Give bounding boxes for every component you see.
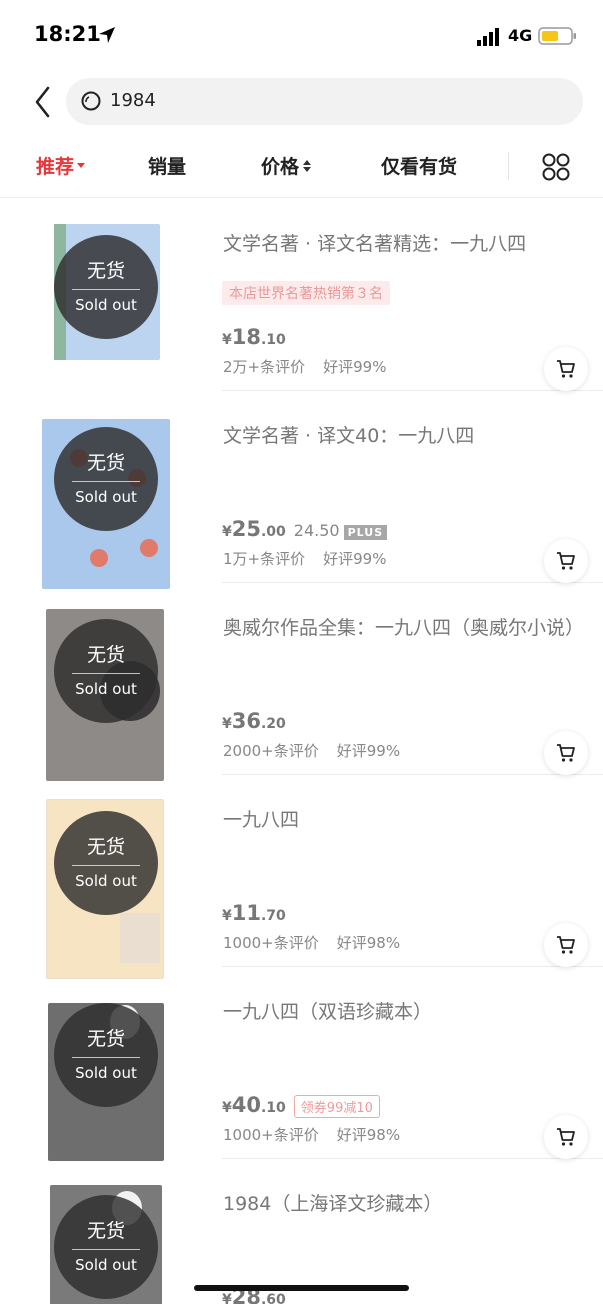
coupon-tag[interactable]: 领券99减10 <box>293 1095 380 1118</box>
tab-in-stock[interactable]: 仅看有货 <box>381 152 457 179</box>
price: ¥40.10 领券99减10 <box>222 1093 380 1119</box>
price: ¥18.10 <box>222 325 286 349</box>
product-info: 文学名著 · 译文40：一九八四 ¥25.00 24.50 PLUS 1万+条评… <box>222 391 603 583</box>
product-info: 一九八四 ¥11.70 1000+条评价 好评98% <box>222 775 603 967</box>
plus-price: 24.50 <box>293 521 340 540</box>
add-to-cart-button[interactable] <box>544 923 588 967</box>
add-to-cart-button[interactable] <box>544 731 588 775</box>
price: ¥11.70 <box>222 901 286 925</box>
location-arrow-icon <box>99 27 115 43</box>
soldout-overlay: 无货 Sold out <box>54 811 158 915</box>
soldout-overlay: 无货 Sold out <box>54 619 158 723</box>
review-summary: 2000+条评价 好评99% <box>223 740 400 761</box>
home-indicator[interactable] <box>194 1285 409 1291</box>
cart-icon <box>557 552 575 570</box>
add-to-cart-button[interactable] <box>544 539 588 583</box>
filter-bar: 推荐 销量 价格 仅看有货 <box>0 140 603 198</box>
product-item[interactable]: 无货 Sold out 一九八四（双语珍藏本） ¥40.10 领券99减10 1… <box>0 967 603 1161</box>
battery-icon <box>538 27 576 45</box>
add-to-cart-button[interactable] <box>544 347 588 391</box>
cart-icon <box>557 1128 575 1146</box>
tab-price[interactable]: 价格 <box>261 152 312 179</box>
product-item[interactable]: 无货 Sold out 一九八四 ¥11.70 1000+条评价 好评98% <box>0 775 603 979</box>
filter-divider <box>508 152 509 180</box>
product-item[interactable]: 无货 Sold out 奥威尔作品全集：一九八四（奥威尔小说） ¥36.20 2… <box>0 583 603 781</box>
review-summary: 1000+条评价 好评98% <box>223 932 400 953</box>
soldout-overlay: 无货 Sold out <box>54 1003 158 1107</box>
rank-badge: 本店世界名著热销第３名 <box>222 281 390 305</box>
review-summary: 1000+条评价 好评98% <box>223 1124 400 1145</box>
product-title[interactable]: 文学名著 · 译文40：一九八四 <box>223 421 583 452</box>
tab-in-stock-label: 仅看有货 <box>381 156 458 178</box>
product-title[interactable]: 一九八四 <box>223 805 583 836</box>
search-input[interactable]: 1984 <box>66 78 583 125</box>
review-count: 1万+条评价 <box>223 550 306 568</box>
review-summary: 1万+条评价 好评99% <box>223 548 386 569</box>
status-bar: 18:21 4G <box>0 0 603 72</box>
grid-view-icon[interactable] <box>541 152 571 182</box>
product-item[interactable]: 无货 Sold out 文学名著 · 译文名著精选：一九八四 本店世界名著热销第… <box>0 199 603 391</box>
tab-recommended[interactable]: 推荐 <box>36 152 86 179</box>
cart-icon <box>557 936 575 954</box>
soldout-overlay: 无货 Sold out <box>54 427 158 531</box>
product-info: 1984（上海译文珍藏本） ¥28.60 <box>222 1159 603 1304</box>
tab-recommended-label: 推荐 <box>36 156 75 178</box>
rating: 好评99% <box>323 358 387 376</box>
rating: 好评98% <box>336 934 401 952</box>
soldout-overlay: 无货 Sold out <box>54 1195 158 1299</box>
product-title[interactable]: 1984（上海译文珍藏本） <box>223 1189 583 1220</box>
back-icon[interactable] <box>32 84 56 120</box>
product-title[interactable]: 文学名著 · 译文名著精选：一九八四 <box>223 229 583 260</box>
search-icon <box>81 91 101 111</box>
cart-icon <box>557 360 575 378</box>
sort-arrows-icon <box>303 159 312 173</box>
review-count: 1000+条评价 <box>223 1126 319 1144</box>
price: ¥36.20 <box>222 709 286 733</box>
add-to-cart-button[interactable] <box>544 1115 588 1159</box>
price: ¥25.00 24.50 PLUS <box>222 517 388 543</box>
product-title[interactable]: 一九八四（双语珍藏本） <box>223 997 583 1028</box>
tab-sales[interactable]: 销量 <box>148 152 186 179</box>
rating: 好评99% <box>323 550 387 568</box>
soldout-overlay: 无货 Sold out <box>54 235 158 339</box>
rating: 好评98% <box>336 1126 401 1144</box>
review-count: 2000+条评价 <box>223 742 319 760</box>
review-count: 2万+条评价 <box>223 358 306 376</box>
rating: 好评99% <box>336 742 401 760</box>
review-count: 1000+条评价 <box>223 934 319 952</box>
status-time: 18:21 <box>34 22 101 46</box>
product-info: 文学名著 · 译文名著精选：一九八四 本店世界名著热销第３名 ¥18.10 2万… <box>222 199 603 391</box>
tab-price-label: 价格 <box>261 156 300 178</box>
network-type: 4G <box>508 26 533 45</box>
signal-bars-icon <box>477 28 499 46</box>
search-query: 1984 <box>110 90 156 111</box>
product-item[interactable]: 无货 Sold out 1984（上海译文珍藏本） ¥28.60 <box>0 1159 603 1304</box>
cart-icon <box>557 744 575 762</box>
product-title[interactable]: 奥威尔作品全集：一九八四（奥威尔小说） <box>223 613 584 644</box>
plus-badge: PLUS <box>343 525 388 540</box>
product-info: 奥威尔作品全集：一九八四（奥威尔小说） ¥36.20 2000+条评价 好评99% <box>222 583 603 775</box>
product-info: 一九八四（双语珍藏本） ¥40.10 领券99减10 1000+条评价 好评98% <box>222 967 603 1159</box>
tab-sales-label: 销量 <box>148 156 187 178</box>
review-summary: 2万+条评价 好评99% <box>223 356 386 377</box>
caret-down-icon <box>77 163 86 168</box>
product-item[interactable]: 无货 Sold out 文学名著 · 译文40：一九八四 ¥25.00 24.5… <box>0 391 603 589</box>
